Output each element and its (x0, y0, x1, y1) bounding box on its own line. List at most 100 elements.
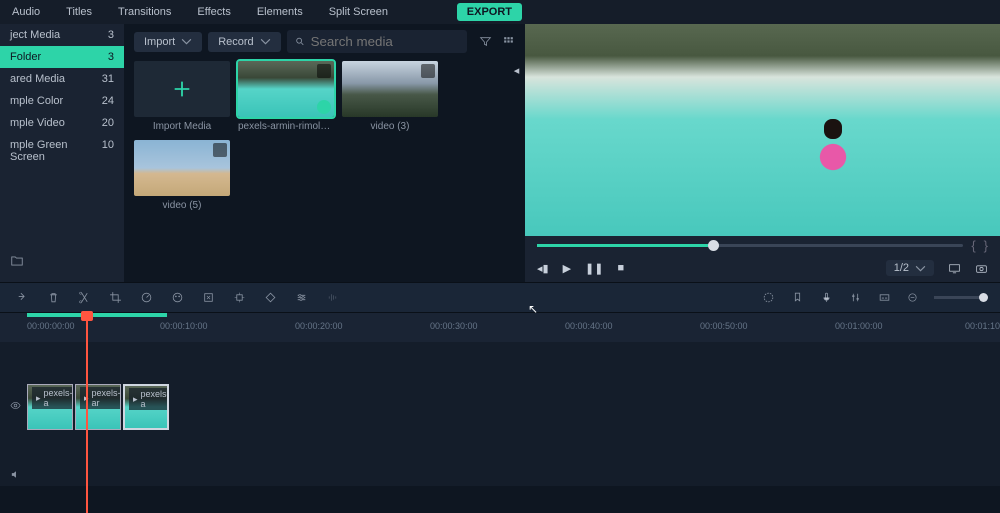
sidebar-item-shared-media[interactable]: ared Media 31 (0, 68, 124, 90)
new-folder-button[interactable] (0, 248, 124, 277)
top-tab-bar: Audio Titles Transitions Effects Element… (0, 0, 1000, 24)
sidebar-item-sample-color[interactable]: mple Color 24 (0, 90, 124, 112)
caption-icon[interactable] (878, 291, 891, 304)
track-visibility-icon[interactable] (10, 400, 21, 411)
media-thumb[interactable]: video (5) (134, 140, 230, 211)
split-icon[interactable] (78, 291, 91, 304)
sidebar-item-count: 31 (102, 73, 114, 85)
video-clip-icon: ▸ (36, 393, 41, 404)
speed-icon[interactable] (140, 291, 153, 304)
color-icon[interactable] (171, 291, 184, 304)
voiceover-icon[interactable] (820, 291, 833, 304)
clip-label: pexels-a (141, 389, 169, 409)
search-icon (295, 36, 305, 47)
scale-value: 1/2 (894, 262, 909, 274)
snapshot-icon[interactable] (975, 262, 988, 275)
timeline-toolbar (0, 282, 1000, 312)
sidebar-item-count: 24 (102, 95, 114, 107)
pause-button[interactable]: ❚❚ (585, 262, 603, 275)
motion-track-icon[interactable] (233, 291, 246, 304)
filter-icon[interactable] (479, 35, 492, 48)
audio-adjust-icon[interactable] (326, 291, 339, 304)
search-media-box[interactable] (287, 30, 467, 53)
sidebar-item-sample-video[interactable]: mple Video 20 (0, 112, 124, 134)
stop-button[interactable]: ■ (617, 262, 624, 274)
timeline-clip[interactable]: ▸pexels-ar (75, 384, 121, 430)
media-panel: Import Record ◂ Import Media pexels-armi… (124, 24, 525, 282)
import-media-tile[interactable]: Import Media (134, 61, 230, 132)
media-type-icon (213, 143, 227, 157)
export-button[interactable]: EXPORT (457, 3, 522, 21)
zoom-slider[interactable] (934, 296, 984, 299)
green-screen-icon[interactable] (202, 291, 215, 304)
marker-icon[interactable] (791, 291, 804, 304)
ruler-tick: 00:00:50:00 (700, 321, 748, 331)
video-clip-icon: ▸ (133, 394, 138, 405)
sidebar-item-count: 3 (108, 51, 114, 63)
tab-transitions[interactable]: Transitions (114, 4, 175, 20)
render-icon[interactable] (762, 291, 775, 304)
delete-icon[interactable] (47, 291, 60, 304)
crop-icon[interactable] (109, 291, 122, 304)
thumb-label: video (5) (134, 200, 230, 211)
plus-icon (171, 78, 193, 100)
progress-handle[interactable] (708, 240, 719, 251)
scale-dropdown[interactable]: 1/2 (886, 260, 934, 276)
clip-label: pexels-ar (92, 388, 121, 408)
sidebar-item-label: ared Media (10, 73, 65, 85)
audio-mixer-icon[interactable] (849, 291, 862, 304)
ruler-tick: 00:00:40:00 (565, 321, 613, 331)
timeline-ruler[interactable]: 00:00:00:00 00:00:10:00 00:00:20:00 00:0… (0, 312, 1000, 342)
speaker-icon[interactable] (10, 469, 21, 480)
search-input[interactable] (311, 34, 459, 49)
tab-titles[interactable]: Titles (62, 4, 96, 20)
timeline-tracks[interactable]: ▸pexels-a ▸pexels-ar ▸pexels-a (0, 342, 1000, 462)
tab-effects[interactable]: Effects (193, 4, 234, 20)
collapse-handle[interactable]: ◂ (510, 64, 523, 77)
prev-frame-button[interactable]: ◂▮ (537, 262, 549, 275)
preview-video[interactable] (525, 24, 1000, 236)
media-type-icon (421, 64, 435, 78)
sidebar-item-label: mple Video (10, 117, 65, 129)
preview-progress[interactable] (537, 244, 963, 247)
mark-in-bracket[interactable]: { (971, 238, 975, 253)
tab-split-screen[interactable]: Split Screen (325, 4, 392, 20)
tab-audio[interactable]: Audio (8, 4, 44, 20)
sidebar-item-count: 20 (102, 117, 114, 129)
audio-track[interactable] (0, 462, 1000, 486)
ruler-tick: 00:00:00:00 (27, 321, 75, 331)
timeline-clip[interactable]: ▸pexels-a (27, 384, 73, 430)
display-icon[interactable] (948, 262, 961, 275)
mark-out-bracket[interactable]: } (984, 238, 988, 253)
sidebar-item-label: ject Media (10, 29, 60, 41)
timeline-clip-selected[interactable]: ▸pexels-a (123, 384, 169, 430)
play-button[interactable]: ▶ (563, 262, 571, 275)
sidebar-item-label: mple Color (10, 95, 63, 107)
adjust-icon[interactable] (295, 291, 308, 304)
grid-view-icon[interactable] (502, 35, 515, 48)
redo-icon[interactable] (16, 291, 29, 304)
media-thumb[interactable]: pexels-armin-rimoldi-... (238, 61, 334, 132)
sidebar-item-folder[interactable]: Folder 3 (0, 46, 124, 68)
work-area-range[interactable] (27, 313, 167, 317)
zoom-handle[interactable] (979, 293, 988, 302)
ruler-tick: 00:00:20:00 (295, 321, 343, 331)
zoom-out-icon[interactable] (907, 292, 918, 303)
playhead[interactable] (86, 313, 88, 513)
record-dropdown[interactable]: Record (208, 32, 280, 52)
ruler-tick: 00:01:10 (965, 321, 1000, 331)
media-thumb[interactable]: video (3) (342, 61, 438, 132)
media-type-icon (317, 64, 331, 78)
keyframe-icon[interactable] (264, 291, 277, 304)
sidebar-item-count: 10 (102, 139, 114, 163)
import-dropdown[interactable]: Import (134, 32, 202, 52)
ruler-tick: 00:00:10:00 (160, 321, 208, 331)
sidebar-item-project-media[interactable]: ject Media3 (0, 24, 124, 46)
sidebar-item-sample-green-screen[interactable]: mple Green Screen10 (0, 134, 124, 168)
chevron-down-icon (181, 36, 192, 47)
dropdown-label: Import (144, 36, 175, 48)
sidebar-item-label: Folder (10, 51, 41, 63)
check-icon (317, 100, 331, 114)
tab-elements[interactable]: Elements (253, 4, 307, 20)
chevron-down-icon (260, 36, 271, 47)
